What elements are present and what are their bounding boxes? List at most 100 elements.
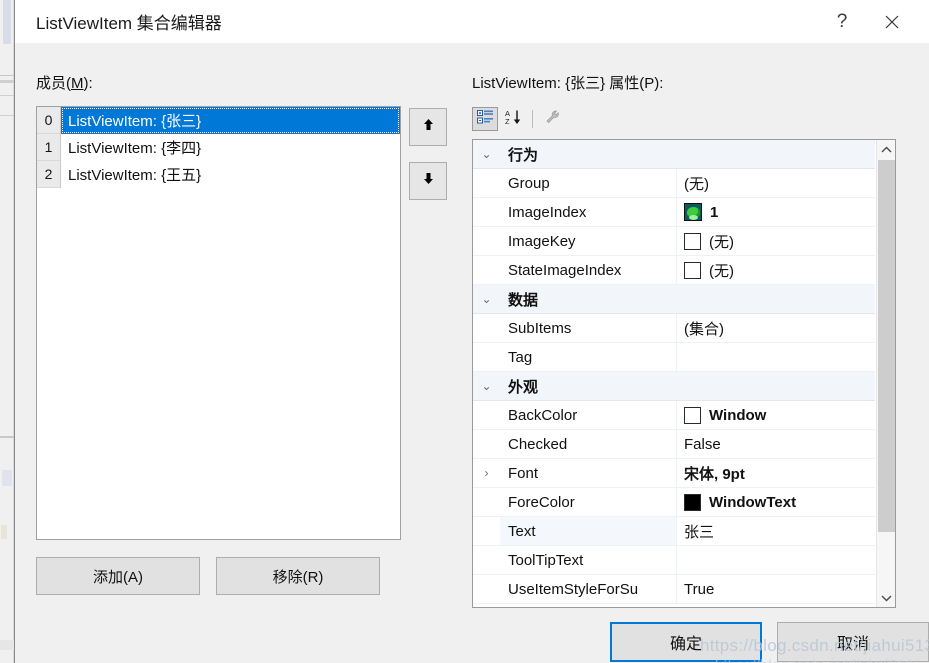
property-value-text: WindowText bbox=[709, 493, 797, 511]
chevron-right-icon[interactable]: › bbox=[473, 459, 500, 487]
property-name: StateImageIndex bbox=[500, 256, 677, 284]
property-row[interactable]: Text 张三 bbox=[473, 517, 875, 546]
property-value-text: Window bbox=[709, 406, 767, 424]
row-expander bbox=[473, 517, 500, 545]
property-row[interactable]: Checked False bbox=[473, 430, 875, 459]
property-value[interactable]: (无) bbox=[677, 256, 875, 284]
list-item-label: ListViewItem: {张三} bbox=[61, 107, 400, 134]
property-value[interactable]: 宋体, 9pt bbox=[677, 459, 875, 487]
chevron-down-icon[interactable]: ⌄ bbox=[473, 140, 500, 168]
ok-button[interactable]: 确定 bbox=[610, 622, 762, 662]
property-value[interactable] bbox=[677, 343, 875, 371]
image-thumbnail-icon bbox=[684, 203, 702, 221]
property-row[interactable]: UseItemStyleForSu True bbox=[473, 575, 875, 604]
property-value-text: (无) bbox=[709, 233, 734, 251]
property-value[interactable]: WindowText bbox=[677, 488, 875, 516]
property-row[interactable]: ToolTipText bbox=[473, 546, 875, 575]
scroll-down-icon[interactable] bbox=[877, 588, 895, 607]
row-expander bbox=[473, 256, 500, 284]
property-name: ForeColor bbox=[500, 488, 677, 516]
property-name: UseItemStyleForSu bbox=[500, 575, 677, 603]
remove-button[interactable]: 移除(R) bbox=[216, 557, 380, 595]
property-category-row[interactable]: ⌄ 数据 bbox=[473, 285, 875, 314]
property-value[interactable]: Window bbox=[677, 401, 875, 429]
members-label: 成员(M): bbox=[36, 72, 93, 93]
categorized-view-icon bbox=[476, 109, 494, 130]
property-value[interactable]: 张三 bbox=[677, 517, 875, 545]
property-row[interactable]: ImageIndex 1 bbox=[473, 198, 875, 227]
close-button[interactable] bbox=[870, 0, 914, 43]
scroll-up-icon[interactable] bbox=[877, 140, 895, 159]
list-item[interactable]: 2 ListViewItem: {王五} bbox=[37, 161, 400, 188]
members-listbox[interactable]: 0 ListViewItem: {张三} 1 ListViewItem: {李四… bbox=[36, 106, 401, 540]
properties-label: ListViewItem: {张三} 属性(P): bbox=[472, 75, 664, 92]
list-item-index: 2 bbox=[37, 161, 61, 188]
property-value-text: 1 bbox=[710, 203, 719, 221]
property-value-text: (无) bbox=[709, 262, 734, 280]
add-button[interactable]: 添加(A) bbox=[36, 557, 200, 595]
row-expander bbox=[473, 169, 500, 197]
category-name: 外观 bbox=[508, 378, 539, 396]
property-row[interactable]: BackColor Window bbox=[473, 401, 875, 430]
toolbar-separator bbox=[532, 110, 533, 128]
property-row[interactable]: Group (无) bbox=[473, 169, 875, 198]
property-value[interactable]: True bbox=[677, 575, 875, 603]
alphabetical-sort-button[interactable]: A Z bbox=[500, 107, 526, 131]
list-item[interactable]: 1 ListViewItem: {李四} bbox=[37, 134, 400, 161]
property-row[interactable]: Tag bbox=[473, 343, 875, 372]
property-value[interactable] bbox=[677, 546, 875, 574]
row-expander bbox=[473, 343, 500, 371]
property-category-row[interactable]: ⌄ 行为 bbox=[473, 140, 875, 169]
chevron-down-icon[interactable]: ⌄ bbox=[473, 285, 500, 313]
row-expander bbox=[473, 488, 500, 516]
categorized-view-button[interactable] bbox=[472, 107, 498, 131]
row-expander bbox=[473, 227, 500, 255]
category-name: 行为 bbox=[508, 146, 539, 164]
property-value[interactable]: False bbox=[677, 430, 875, 458]
question-mark-icon: ? bbox=[836, 10, 848, 32]
list-item-label: ListViewItem: {李四} bbox=[68, 140, 202, 157]
list-item-label: ListViewItem: {王五} bbox=[68, 167, 202, 184]
cancel-button[interactable]: 取消 bbox=[777, 622, 929, 662]
property-row[interactable]: SubItems (集合) bbox=[473, 314, 875, 343]
property-name: ToolTipText bbox=[500, 546, 677, 574]
row-expander bbox=[473, 401, 500, 429]
property-pages-button[interactable] bbox=[539, 107, 565, 131]
members-label-prefix: 成员( bbox=[36, 75, 71, 92]
property-name: ImageIndex bbox=[500, 198, 677, 226]
members-label-suffix: ): bbox=[83, 75, 93, 92]
property-value[interactable]: 1 bbox=[677, 198, 875, 226]
property-row[interactable]: StateImageIndex (无) bbox=[473, 256, 875, 285]
property-name: Font bbox=[500, 459, 677, 487]
list-item-index: 0 bbox=[37, 107, 61, 134]
members-accelerator: M bbox=[71, 75, 84, 92]
property-value[interactable]: (无) bbox=[677, 227, 875, 255]
row-expander bbox=[473, 198, 500, 226]
property-grid[interactable]: ⌄ 行为 Group (无) ImageIndex 1 ImageKey (无)… bbox=[472, 139, 896, 608]
arrow-down-icon bbox=[421, 171, 436, 191]
move-down-button[interactable] bbox=[409, 162, 447, 200]
property-row[interactable]: ImageKey (无) bbox=[473, 227, 875, 256]
property-grid-scrollbar[interactable] bbox=[876, 140, 895, 607]
property-value[interactable]: (无) bbox=[677, 169, 875, 197]
scrollbar-thumb[interactable] bbox=[878, 160, 895, 532]
property-name: Checked bbox=[500, 430, 677, 458]
color-swatch-icon bbox=[684, 406, 701, 424]
chevron-down-icon[interactable]: ⌄ bbox=[473, 372, 500, 400]
property-category-row[interactable]: ⌄ 外观 bbox=[473, 372, 875, 401]
property-row[interactable]: ForeColor WindowText bbox=[473, 488, 875, 517]
move-up-button[interactable] bbox=[409, 108, 447, 146]
list-item[interactable]: 0 ListViewItem: {张三} bbox=[37, 107, 400, 134]
color-swatch-icon bbox=[684, 493, 701, 511]
help-button[interactable]: ? bbox=[820, 0, 864, 43]
property-value[interactable]: (集合) bbox=[677, 314, 875, 342]
arrow-up-icon bbox=[421, 117, 436, 137]
property-row[interactable]: › Font 宋体, 9pt bbox=[473, 459, 875, 488]
row-expander bbox=[473, 546, 500, 574]
color-swatch-icon bbox=[684, 232, 701, 250]
property-name: Tag bbox=[500, 343, 677, 371]
property-grid-rows: ⌄ 行为 Group (无) ImageIndex 1 ImageKey (无)… bbox=[473, 140, 875, 607]
row-expander bbox=[473, 430, 500, 458]
row-expander bbox=[473, 575, 500, 603]
color-swatch-icon bbox=[684, 261, 701, 279]
